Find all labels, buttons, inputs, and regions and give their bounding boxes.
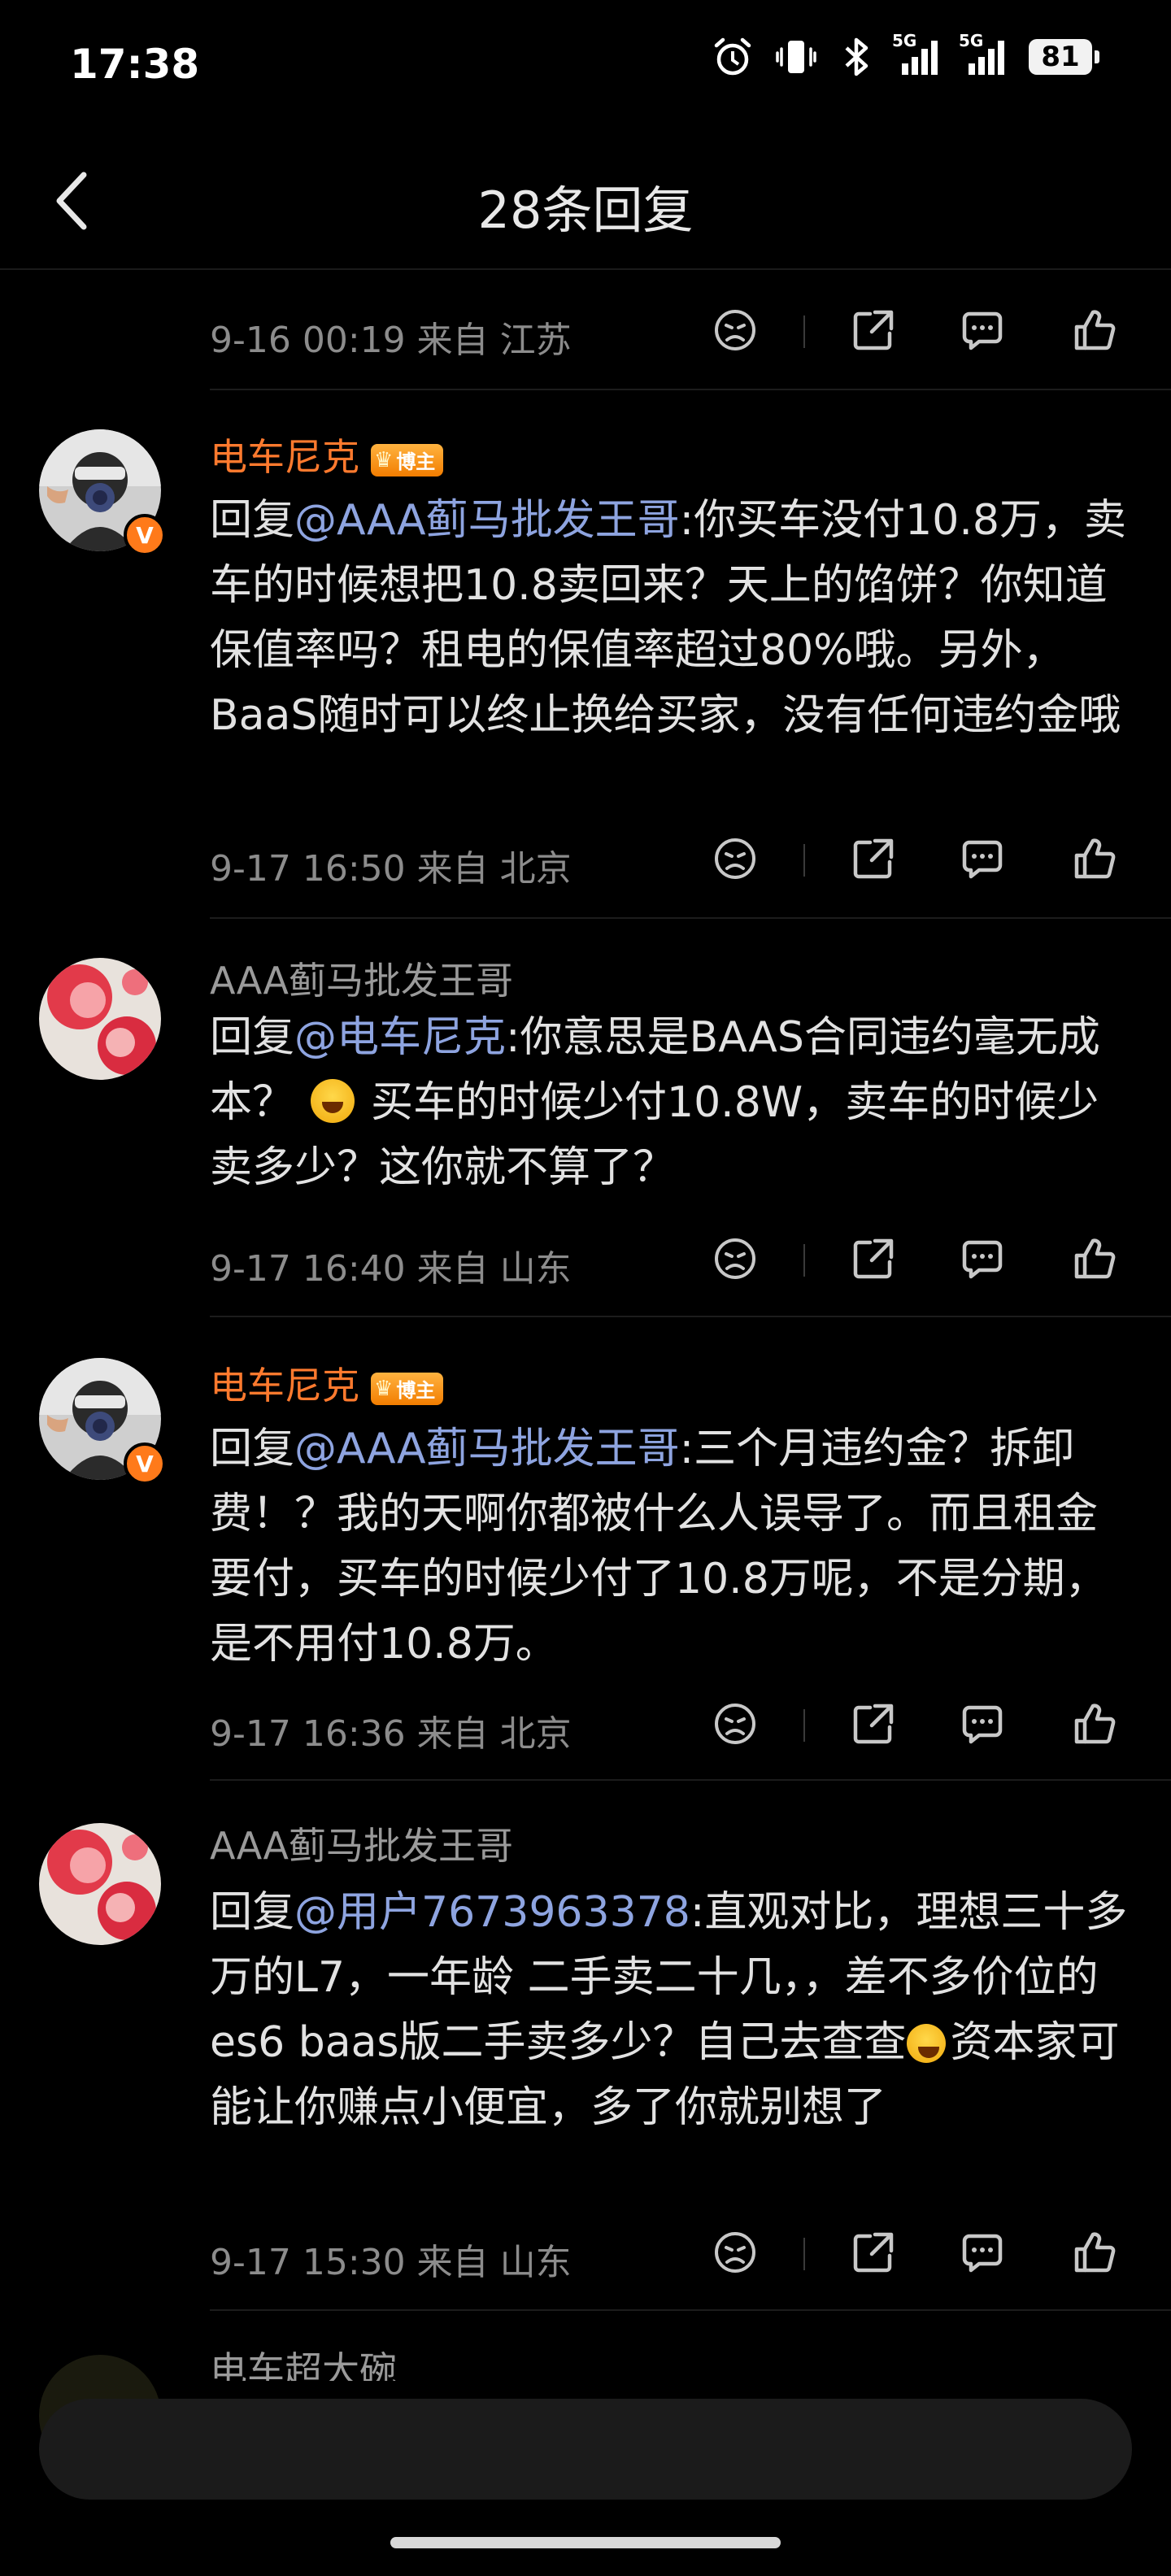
comment-icon	[962, 1240, 1003, 1279]
share-button[interactable]	[849, 834, 898, 883]
comment-content: 回复@电车尼克:你意思是BAAS合同违约毫无成本？ 买车的时候少付10.8W，卖车…	[210, 1013, 1100, 1192]
vibrate-icon	[775, 36, 817, 78]
mention-link[interactable]: @AAA蓟马批发王哥	[294, 1425, 680, 1473]
comment-icon	[962, 840, 1003, 879]
divider	[210, 917, 1171, 919]
divider	[210, 389, 1171, 390]
thumbs-up-icon	[1074, 838, 1116, 879]
comment-button[interactable]	[958, 2228, 1007, 2277]
divider	[210, 2309, 1171, 2311]
blogger-badge: ♛ 博主	[371, 1372, 444, 1405]
comment-icon	[962, 2234, 1003, 2273]
dislike-icon	[715, 838, 755, 879]
comment-meta-row: 9-17 16:50 来自 北京	[210, 826, 1137, 891]
dislike-button[interactable]	[711, 2228, 760, 2277]
like-button[interactable]	[1070, 1234, 1119, 1283]
dislike-button[interactable]	[711, 834, 760, 883]
dislike-button[interactable]	[711, 306, 760, 355]
comment-meta-row: 9-17 16:36 来自 北京	[210, 1691, 1137, 1756]
status-time: 17:38	[70, 41, 200, 88]
mention-link[interactable]: @AAA蓟马批发王哥	[294, 496, 680, 545]
comment-meta: 9-17 15:30 来自 山东	[210, 2242, 572, 2283]
page-title: 28条回复	[477, 181, 694, 240]
grin-emoji-icon	[906, 2024, 946, 2063]
comment-meta: 9-17 16:50 来自 北京	[210, 848, 572, 890]
crown-icon: ♛	[374, 1376, 394, 1401]
comment-username[interactable]: AAA蓟马批发王哥	[210, 1817, 513, 1870]
share-icon	[853, 2232, 894, 2273]
comment-meta: 9-17 16:36 来自 北京	[210, 1713, 572, 1755]
dislike-icon	[715, 2232, 755, 2273]
crown-icon: ♛	[374, 447, 394, 472]
like-button[interactable]	[1070, 306, 1119, 355]
home-indicator[interactable]	[390, 2537, 781, 2548]
comment-button[interactable]	[958, 306, 1007, 355]
share-icon	[853, 310, 894, 350]
status-bar: 17:38 5G 5G 81	[0, 0, 1171, 130]
signal-5g-icon-1: 5G	[892, 31, 941, 78]
bluetooth-icon	[838, 36, 874, 78]
share-button[interactable]	[849, 1699, 898, 1748]
comment-username[interactable]: 电车尼克 ♛ 博主	[210, 428, 444, 481]
battery-level: 81	[1029, 39, 1092, 75]
verified-badge: V	[124, 514, 166, 556]
thumbs-up-icon	[1074, 1704, 1116, 1744]
battery-icon: 81	[1029, 39, 1099, 75]
comment-button[interactable]	[958, 1699, 1007, 1748]
dislike-icon	[715, 1704, 755, 1744]
comment-icon	[962, 1705, 1003, 1744]
comment-meta-row: 9-16 00:19 来自 江苏	[210, 298, 1137, 363]
divider	[210, 1779, 1171, 1781]
mention-link[interactable]: @用户7673963378	[294, 1888, 690, 1937]
dislike-icon	[715, 310, 755, 350]
comment-meta-row: 9-17 16:40 来自 山东	[210, 1226, 1137, 1291]
comment-meta: 9-16 00:19 来自 江苏	[210, 320, 572, 361]
dislike-button[interactable]	[711, 1699, 760, 1748]
share-button[interactable]	[849, 2228, 898, 2277]
verified-badge: V	[124, 1442, 166, 1485]
divider	[210, 1316, 1171, 1317]
reply-input[interactable]	[39, 2399, 1132, 2500]
thumbs-up-icon	[1074, 310, 1116, 350]
like-button[interactable]	[1070, 1699, 1119, 1748]
blogger-badge: ♛ 博主	[371, 443, 444, 476]
dislike-button[interactable]	[711, 1234, 760, 1283]
share-icon	[853, 1704, 894, 1744]
laugh-emoji-icon	[311, 1079, 355, 1123]
mention-link[interactable]: @电车尼克	[294, 1013, 506, 1062]
comment-meta-row: 9-17 15:30 来自 山东	[210, 2220, 1137, 2285]
share-button[interactable]	[849, 306, 898, 355]
comment-button[interactable]	[958, 1234, 1007, 1283]
share-icon	[853, 838, 894, 879]
share-icon	[853, 1238, 894, 1279]
like-button[interactable]	[1070, 2228, 1119, 2277]
avatar[interactable]	[39, 1823, 161, 1945]
dislike-icon	[715, 1238, 755, 1279]
signal-5g-icon-2: 5G	[959, 31, 1008, 78]
comment-button[interactable]	[958, 834, 1007, 883]
thumbs-up-icon	[1074, 1238, 1116, 1279]
avatar[interactable]	[39, 958, 161, 1080]
comment-meta: 9-17 16:40 来自 山东	[210, 1248, 572, 1290]
comment-content: 回复@AAA蓟马批发王哥:三个月违约金？拆卸费！？我的天啊你都被什么人误导了。而…	[210, 1425, 1108, 1669]
comment-content: 回复@AAA蓟马批发王哥:你买车没付10.8万，卖车的时候想把10.8卖回来？天…	[210, 496, 1126, 740]
share-button[interactable]	[849, 1234, 898, 1283]
comment-username[interactable]: AAA蓟马批发王哥	[210, 951, 513, 1005]
status-icons: 5G 5G 81	[712, 31, 1099, 78]
comment-icon	[962, 311, 1003, 350]
thumbs-up-icon	[1074, 2232, 1116, 2273]
comment-username[interactable]: 电车尼克 ♛ 博主	[210, 1356, 444, 1410]
comment-content: 回复@用户7673963378:直观对比，理想三十多万的L7，一年龄 二手卖二十…	[210, 1888, 1128, 2132]
alarm-icon	[712, 36, 754, 78]
like-button[interactable]	[1070, 834, 1119, 883]
comment-username[interactable]: 电车超大碗	[210, 2342, 397, 2381]
nav-bar: 28条回复	[0, 130, 1171, 270]
